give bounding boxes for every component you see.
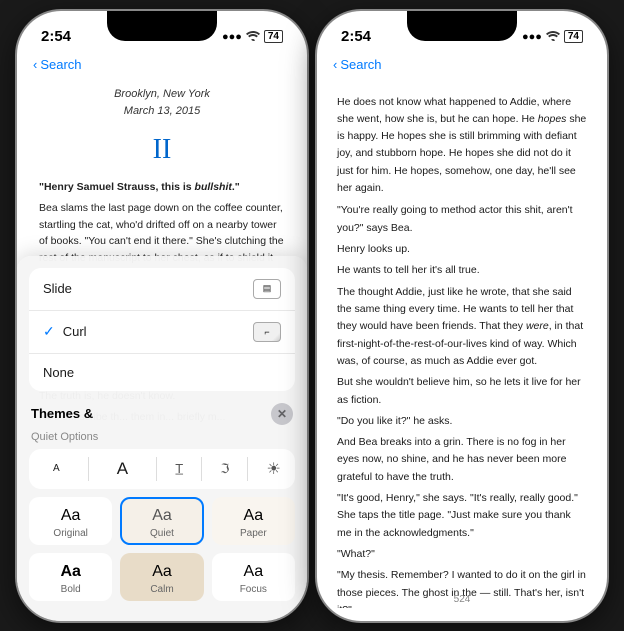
theme-calm-card[interactable]: Aa Calm — [120, 553, 203, 601]
back-button-left[interactable]: ‹ Search — [33, 57, 82, 72]
left-phone: 2:54 ●●● 74 ‹ Search Brooklyn, Ne — [17, 11, 307, 621]
theme-original-card[interactable]: Aa Original — [29, 497, 112, 545]
divider-4 — [247, 457, 248, 481]
font-increase-button[interactable]: A — [107, 455, 138, 483]
theme-focus-card[interactable]: Aa Focus — [212, 553, 295, 601]
theme-paper-label: Paper — [240, 528, 267, 539]
slide-label: Slide — [43, 281, 72, 296]
theme-calm-sample: Aa — [152, 563, 172, 581]
theme-bold-label: Bold — [61, 584, 81, 595]
battery-icon: 74 — [264, 30, 283, 43]
theme-original-sample: Aa — [61, 507, 81, 525]
right-battery-icon: 74 — [564, 30, 583, 43]
right-signal-icon: ●●● — [522, 31, 542, 43]
wifi-icon — [246, 30, 260, 44]
slide-icon: ▤ — [253, 279, 281, 299]
phones-container: 2:54 ●●● 74 ‹ Search Brooklyn, Ne — [17, 11, 607, 621]
left-book-content-area: Brooklyn, New York March 13, 2015 II "He… — [17, 78, 307, 621]
theme-original-label: Original — [53, 528, 87, 539]
theme-quiet-card[interactable]: Aa Quiet — [120, 497, 203, 545]
left-time: 2:54 — [41, 28, 71, 45]
option-curl[interactable]: ✓ Curl ⌐ — [29, 311, 295, 354]
chevron-left-icon: ‹ — [33, 57, 37, 72]
theme-focus-label: Focus — [240, 584, 267, 595]
divider-1 — [88, 457, 89, 481]
theme-calm-label: Calm — [150, 584, 173, 595]
left-nav-bar: ‹ Search — [17, 55, 307, 78]
theme-bold-card[interactable]: Aa Bold — [29, 553, 112, 601]
theme-quiet-label: Quiet — [150, 528, 174, 539]
left-status-bar: 2:54 ●●● 74 — [17, 11, 307, 55]
right-nav-bar: ‹ Search — [317, 55, 607, 78]
theme-quiet-sample: Aa — [152, 507, 172, 525]
option-none[interactable]: None — [29, 354, 295, 391]
theme-cards-grid: Aa Original Aa Quiet Aa Paper — [17, 497, 307, 601]
book-header: Brooklyn, New York March 13, 2015 — [39, 86, 285, 120]
font-controls-row: A A T̲ ℑ ☀ — [29, 449, 295, 489]
theme-paper-sample: Aa — [244, 507, 264, 525]
none-label: None — [43, 365, 74, 380]
right-time: 2:54 — [341, 28, 371, 45]
chapter-numeral: II — [39, 128, 285, 171]
font-decrease-button[interactable]: A — [43, 459, 70, 478]
option-slide[interactable]: Slide ▤ — [29, 268, 295, 311]
curl-label: Curl — [63, 324, 87, 339]
quiet-options-label: Quiet Options — [17, 431, 307, 449]
right-phone: 2:54 ●●● 74 ‹ Search He does not know wh… — [317, 11, 607, 621]
right-book-paragraph: He does not know what happened to Addie,… — [337, 94, 587, 198]
theme-bold-sample: Aa — [60, 563, 80, 581]
close-button[interactable]: ✕ — [271, 403, 293, 425]
font-type-icon[interactable]: T̲ — [175, 461, 183, 476]
divider-2 — [156, 457, 157, 481]
font-style-icon[interactable]: ℑ — [220, 461, 229, 477]
right-wifi-icon — [546, 30, 560, 44]
transition-options: Slide ▤ ✓ Curl ⌐ None — [29, 268, 295, 391]
divider-3 — [201, 457, 202, 481]
curl-icon: ⌐ — [253, 322, 281, 342]
back-button-right[interactable]: ‹ Search — [333, 57, 382, 72]
theme-focus-sample: Aa — [244, 563, 264, 581]
right-status-bar: 2:54 ●●● 74 — [317, 11, 607, 55]
themes-header: Themes & ✕ — [17, 399, 307, 431]
right-book-content: He does not know what happened to Addie,… — [317, 78, 607, 608]
brightness-icon[interactable]: ☀ — [267, 459, 281, 479]
left-status-icons: ●●● 74 — [222, 30, 283, 44]
right-chevron-left-icon: ‹ — [333, 57, 337, 72]
checkmark-icon: ✓ — [43, 323, 55, 340]
page-number: 524 — [317, 594, 607, 605]
right-status-icons: ●●● 74 — [522, 30, 583, 44]
overlay-panel: Slide ▤ ✓ Curl ⌐ None — [17, 256, 307, 621]
theme-paper-card[interactable]: Aa Paper — [212, 497, 295, 545]
signal-icon: ●●● — [222, 31, 242, 43]
themes-title: Themes & — [31, 406, 93, 421]
